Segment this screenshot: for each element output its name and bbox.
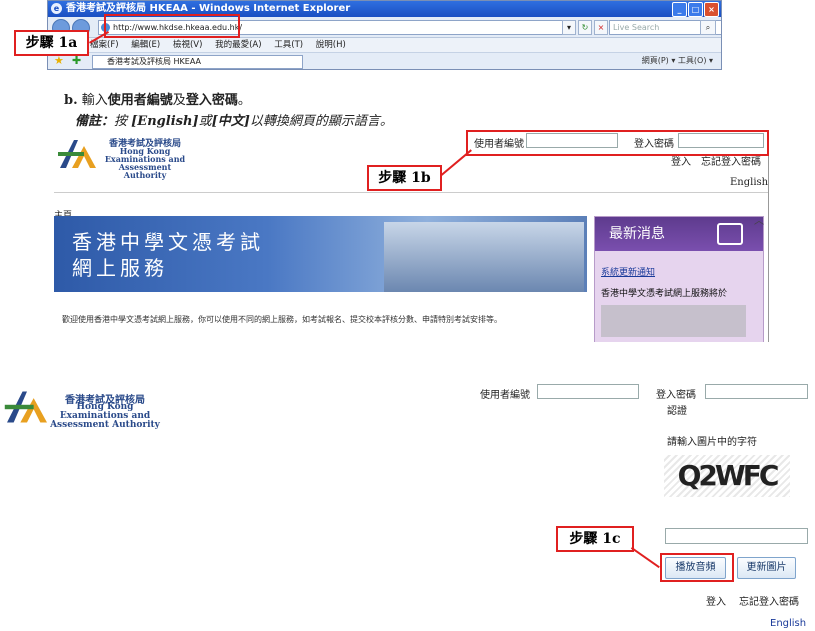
logo-english: Hong Kong Examinations and Assessment Au… xyxy=(100,147,190,179)
news-link[interactable]: 系統更新通知 xyxy=(601,265,763,278)
forgot-password-link-2[interactable]: 忘記登入密碼 xyxy=(739,593,799,608)
username-input-2[interactable] xyxy=(537,384,639,399)
hkeaa-logo-icon-2 xyxy=(4,391,47,423)
search-icon[interactable]: ⌕ xyxy=(700,20,716,35)
login-page-screenshot-1: 香港考試及評核局 Hong Kong Examinations and Asse… xyxy=(54,130,768,342)
logo2-line3: Assessment Authority xyxy=(50,420,160,430)
logo-english-2: Hong Kong Examinations and Assessment Au… xyxy=(50,403,160,430)
note-pre: 按 xyxy=(114,114,132,129)
instruction-password: 登入密碼 xyxy=(185,93,238,108)
captcha-image: Q2WFC xyxy=(664,455,790,497)
note-english: [English] xyxy=(131,114,199,129)
english-link[interactable]: English xyxy=(730,177,768,188)
verify-label: 認證 xyxy=(667,406,687,417)
login-link-2[interactable]: 登入 xyxy=(706,593,726,608)
panel-border xyxy=(768,130,769,342)
step-1c-label: 步驟 1c xyxy=(556,526,634,552)
menu-tools[interactable]: 工具(T) xyxy=(274,40,303,50)
username-label-2: 使用者編號 xyxy=(480,390,530,401)
divider xyxy=(54,192,768,193)
refresh-image-button[interactable]: 更新圖片 xyxy=(737,557,796,579)
minimize-icon[interactable]: _ xyxy=(672,2,687,17)
highlight-login-fields xyxy=(466,130,769,156)
connector-1c xyxy=(630,547,660,569)
captcha-prompt: 請輸入圖片中的字符 xyxy=(667,437,757,448)
captcha-input[interactable] xyxy=(665,528,808,544)
banner: 香港中學文憑考試 網上服務 xyxy=(54,216,587,292)
command-bar[interactable]: 網頁(P) ▾ 工具(O) ▾ xyxy=(642,55,713,66)
menu-edit[interactable]: 編輯(E) xyxy=(131,40,160,50)
step-1b-label: 步驟 1b xyxy=(367,165,442,191)
note-post: 以轉換網頁的顯示語言。 xyxy=(249,114,393,129)
news-title: 最新消息 xyxy=(609,226,665,242)
highlight-address xyxy=(104,14,240,38)
instruction-and: 及 xyxy=(172,93,186,108)
hkeaa-logo-icon xyxy=(58,140,96,168)
scroll-up-icon[interactable]: ︿ xyxy=(754,212,764,227)
banner-line2: 網上服務 xyxy=(72,256,168,280)
menu-help[interactable]: 說明(H) xyxy=(316,40,346,50)
welcome-text: 歡迎使用香港中學文憑考試網上服務，你可以使用不同的網上服務，如考試報名、提交校本… xyxy=(62,315,502,324)
window-title: 香港考試及評核局 HKEAA - Windows Internet Explor… xyxy=(66,3,351,14)
dropdown-icon[interactable]: ▾ xyxy=(562,20,576,35)
maximize-icon[interactable]: □ xyxy=(688,2,703,17)
menu-view[interactable]: 檢視(V) xyxy=(173,40,202,50)
instruction-text: 輸入 xyxy=(81,93,108,108)
logo-line3: Assessment Authority xyxy=(118,162,172,180)
instruction-username: 使用者編號 xyxy=(107,93,173,108)
note-label: 備註： xyxy=(75,114,115,129)
step-1a-label: 步驟 1a xyxy=(14,30,89,56)
note-chinese: [中文] xyxy=(211,114,250,129)
refresh-icon[interactable]: ↻ xyxy=(578,20,592,35)
news-placeholder xyxy=(601,305,746,337)
ie-icon: e xyxy=(51,3,62,14)
password-input-2[interactable] xyxy=(705,384,808,399)
speech-bubble-icon xyxy=(717,223,743,245)
tab-hkeaa[interactable]: 香港考試及評核局 HKEAA xyxy=(92,55,303,69)
tab-label: 香港考試及評核局 HKEAA xyxy=(107,57,202,66)
close-icon[interactable]: × xyxy=(704,2,719,17)
instruction-line: b. 輸入使用者編號及登入密碼。 xyxy=(64,89,251,108)
menu-favorites[interactable]: 我的最愛(A) xyxy=(215,40,261,50)
menu-bar: 檔案(F) 編輯(E) 檢視(V) 我的最愛(A) 工具(T) 說明(H) xyxy=(48,38,721,52)
password-label-2: 登入密碼 xyxy=(656,390,696,401)
menu-file[interactable]: 檔案(F) xyxy=(90,40,119,50)
note-or: 或 xyxy=(198,114,212,129)
news-panel: 最新消息 系統更新通知 香港中學文憑考試網上服務將於 xyxy=(594,216,764,342)
news-item: 香港中學文憑考試網上服務將於 xyxy=(601,289,728,299)
news-header: 最新消息 xyxy=(595,217,763,251)
banner-line1: 香港中學文憑考試 xyxy=(72,230,264,254)
tab-bar: ★ ✚ 香港考試及評核局 HKEAA 網頁(P) ▾ 工具(O) ▾ xyxy=(48,52,721,69)
instruction-end: 。 xyxy=(237,93,251,108)
stop-icon[interactable]: × xyxy=(594,20,608,35)
instruction-marker: b. xyxy=(64,93,78,108)
note-line: 備註：按 [English]或[中文]以轉換網頁的顯示語言。 xyxy=(75,110,393,129)
banner-photo xyxy=(384,222,584,292)
english-link-2[interactable]: English xyxy=(770,618,806,629)
highlight-play-audio xyxy=(660,553,734,582)
